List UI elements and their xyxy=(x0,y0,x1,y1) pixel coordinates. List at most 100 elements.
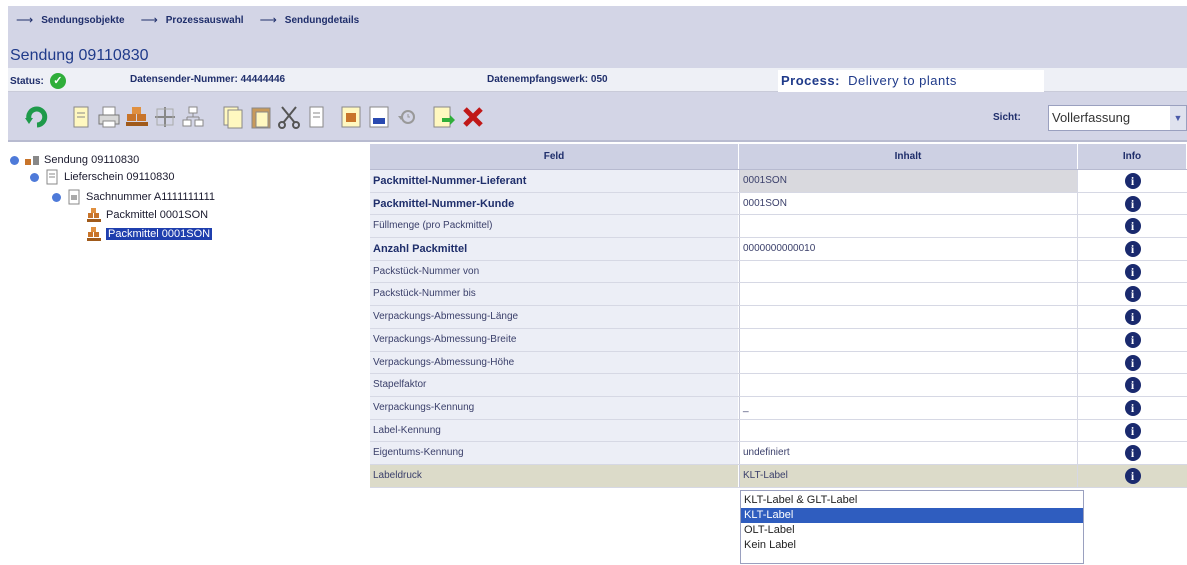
expand-toggle-icon[interactable] xyxy=(30,172,39,182)
inhalt-input[interactable] xyxy=(739,328,1078,351)
info-cell: i xyxy=(1078,419,1187,442)
toolbar: Sicht: Vollerfassung ▼ xyxy=(8,92,1187,142)
table-header: Feld Inhalt Info xyxy=(370,144,1187,170)
breadcrumb-item-sendungsobjekte[interactable]: ⟶ Sendungsobjekte xyxy=(16,13,125,27)
history-icon[interactable] xyxy=(394,104,420,130)
info-icon[interactable]: i xyxy=(1124,286,1141,303)
feld-cell: Eigentums-Kennung xyxy=(370,442,739,464)
info-icon[interactable]: i xyxy=(1124,309,1141,326)
document-icon xyxy=(46,169,58,185)
cut-icon[interactable] xyxy=(276,104,302,130)
dropdown-option[interactable]: OLT-Label xyxy=(741,523,1083,538)
table-row[interactable]: Packmittel-Nummer-Kunde 0001SON i xyxy=(370,192,1187,216)
breadcrumb-item-sendungdetails[interactable]: ⟶ Sendungdetails xyxy=(260,13,360,27)
object-tree: Sendung 09110830 Lieferschein 09110830 S… xyxy=(8,144,368,564)
app-window: ⟶ Sendungsobjekte ⟶ Prozessauswahl ⟶ Sen… xyxy=(8,6,1187,565)
expand-toggle-icon[interactable] xyxy=(52,192,61,202)
inhalt-input[interactable] xyxy=(739,419,1078,442)
tree-icon[interactable] xyxy=(180,104,206,130)
table-row[interactable]: Stapelfaktor i xyxy=(370,374,1187,397)
table-row[interactable]: Verpackungs-Abmessung-Breite i xyxy=(370,328,1187,352)
feld-cell: Verpackungs-Abmessung-Länge xyxy=(370,306,739,328)
table-row[interactable]: Anzahl Packmittel 0000000000010 i xyxy=(370,238,1187,261)
info-icon[interactable]: i xyxy=(1124,173,1141,189)
info-icon[interactable]: i xyxy=(1124,354,1141,371)
grid-icon[interactable] xyxy=(152,104,178,130)
table-row[interactable]: Packstück-Nummer von i xyxy=(370,260,1187,284)
info-icon[interactable]: i xyxy=(1124,241,1141,258)
info-icon[interactable]: i xyxy=(1124,218,1141,235)
feld-cell: Packmittel-Nummer-Lieferant xyxy=(370,170,739,192)
export-icon[interactable] xyxy=(430,104,456,130)
inhalt-input[interactable]: _ xyxy=(739,396,1078,419)
inhalt-input[interactable]: undefiniert xyxy=(739,442,1078,464)
info-icon[interactable]: i xyxy=(1124,467,1141,484)
info-cell: i xyxy=(1078,215,1187,238)
sicht-value: Vollerfassung xyxy=(1052,110,1131,125)
feld-cell: Verpackungs-Abmessung-Breite xyxy=(370,328,739,351)
tree-node-label: Packmittel 0001SON xyxy=(106,209,209,221)
inhalt-input[interactable]: KLT-Label xyxy=(739,464,1078,487)
dropdown-option[interactable]: Kein Label xyxy=(741,538,1083,553)
table-row[interactable]: Verpackungs-Kennung _ i xyxy=(370,396,1187,420)
info-icon[interactable]: i xyxy=(1124,263,1141,280)
inhalt-input[interactable] xyxy=(739,374,1078,396)
info-icon[interactable]: i xyxy=(1124,422,1141,439)
info-icon[interactable]: i xyxy=(1124,331,1141,348)
info-icon[interactable]: i xyxy=(1124,445,1141,462)
table-row[interactable]: Verpackungs-Abmessung-Höhe i xyxy=(370,351,1187,375)
paste-icon[interactable] xyxy=(248,104,274,130)
info-cell: i xyxy=(1078,351,1187,374)
inhalt-input[interactable]: 0000000000010 xyxy=(739,238,1078,260)
info-icon[interactable]: i xyxy=(1124,377,1141,394)
pallet-icon xyxy=(87,208,101,222)
table-icon[interactable] xyxy=(338,104,364,130)
column-header-feld: Feld xyxy=(370,144,739,169)
tree-node-packmittel-selected[interactable]: Packmittel 0001SON xyxy=(86,226,213,242)
table-row[interactable]: Label-Kennung i xyxy=(370,419,1187,443)
document-icon[interactable] xyxy=(68,104,94,130)
tree-node-label: Lieferschein 09110830 xyxy=(64,171,175,183)
inhalt-input[interactable] xyxy=(739,215,1078,238)
table-row[interactable]: Packstück-Nummer bis i xyxy=(370,283,1187,307)
duplicate-icon[interactable] xyxy=(304,104,330,130)
delete-icon[interactable] xyxy=(460,104,486,130)
tree-node-packmittel[interactable]: Packmittel 0001SON xyxy=(86,207,208,223)
sicht-select[interactable]: Vollerfassung ▼ xyxy=(1048,105,1187,131)
feld-cell: Label-Kennung xyxy=(370,419,739,442)
info-icon[interactable]: i xyxy=(1124,399,1141,416)
inhalt-input[interactable] xyxy=(739,283,1078,306)
arrow-right-icon: ⟶ xyxy=(16,13,34,27)
tree-node-lieferschein[interactable]: Lieferschein 09110830 xyxy=(30,169,175,185)
part-icon xyxy=(68,189,80,205)
pallet-icon[interactable] xyxy=(124,104,150,130)
inhalt-input[interactable]: 0001SON xyxy=(739,192,1078,215)
breadcrumb-item-prozessauswahl[interactable]: ⟶ Prozessauswahl xyxy=(141,13,244,27)
info-icon[interactable]: i xyxy=(1124,195,1141,212)
table-row[interactable]: Füllmenge (pro Packmittel) i xyxy=(370,215,1187,239)
detail-table: Feld Inhalt Info Packmittel-Nummer-Liefe… xyxy=(370,144,1187,488)
dropdown-option-selected[interactable]: KLT-Label xyxy=(741,508,1083,523)
inhalt-input[interactable]: 0001SON xyxy=(739,170,1078,192)
edi-icon[interactable] xyxy=(366,104,392,130)
chevron-down-icon[interactable]: ▼ xyxy=(1170,106,1186,130)
column-header-inhalt: Inhalt xyxy=(739,144,1078,169)
inhalt-input[interactable] xyxy=(739,260,1078,283)
inhalt-input[interactable] xyxy=(739,351,1078,374)
table-row[interactable]: Labeldruck KLT-Label i xyxy=(370,464,1187,488)
print-icon[interactable] xyxy=(96,104,122,130)
expand-toggle-icon[interactable] xyxy=(10,155,19,165)
table-row[interactable]: Eigentums-Kennung undefiniert i xyxy=(370,442,1187,465)
feld-cell: Packmittel-Nummer-Kunde xyxy=(370,192,739,215)
labeldruck-dropdown-list[interactable]: KLT-Label & GLT-Label KLT-Label OLT-Labe… xyxy=(740,490,1084,564)
copy-icon[interactable] xyxy=(220,104,246,130)
table-body: Packmittel-Nummer-Lieferant 0001SON i Packm… xyxy=(370,170,1187,488)
tree-node-sendung[interactable]: Sendung 09110830 xyxy=(10,152,139,168)
inhalt-input[interactable] xyxy=(739,306,1078,328)
table-row[interactable]: Verpackungs-Abmessung-Länge i xyxy=(370,306,1187,329)
dropdown-option[interactable]: KLT-Label & GLT-Label xyxy=(741,493,1083,508)
page-title: Sendung 09110830 xyxy=(10,47,149,64)
tree-node-sachnummer[interactable]: Sachnummer A1111111111 xyxy=(52,189,215,205)
table-row[interactable]: Packmittel-Nummer-Lieferant 0001SON i xyxy=(370,170,1187,193)
refresh-icon[interactable] xyxy=(24,104,50,130)
